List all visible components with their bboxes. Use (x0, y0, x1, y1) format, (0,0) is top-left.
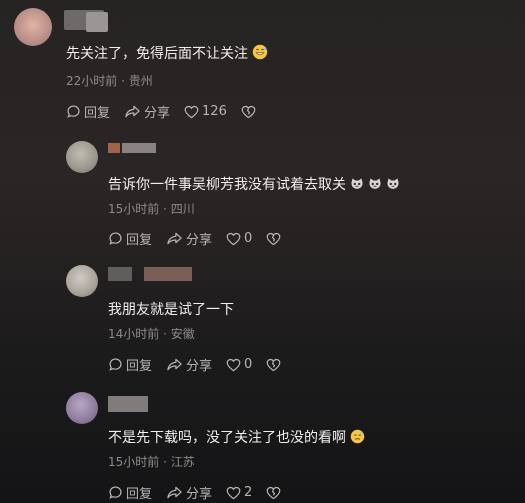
username-blurred (144, 267, 192, 281)
share-icon (125, 105, 140, 118)
like-button[interactable]: 126 (184, 104, 227, 119)
broken-heart-icon (266, 358, 281, 371)
comment-meta: 15小时前 · 四川 (108, 202, 195, 216)
reply-icon (109, 232, 122, 245)
heart-icon (184, 105, 199, 118)
avatar[interactable] (66, 141, 98, 173)
comment-meta: 15小时前 · 江苏 (108, 455, 195, 469)
avatar[interactable] (66, 392, 98, 424)
username-blurred (86, 12, 108, 32)
dislike-button[interactable] (266, 486, 284, 500)
comment-text: 先关注了，免得后面不让关注 (66, 43, 268, 64)
reply-button[interactable]: 回复 (108, 229, 152, 248)
like-count: 0 (244, 231, 253, 246)
share-icon (167, 486, 182, 499)
like-count: 2 (244, 485, 253, 500)
comment-meta: 14小时前 · 安徽 (108, 327, 195, 341)
broken-heart-icon (266, 486, 281, 499)
broken-heart-icon (266, 232, 281, 245)
heart-icon (226, 232, 241, 245)
reply-icon (67, 105, 80, 118)
like-count: 0 (244, 357, 253, 372)
username-blurred (122, 143, 156, 153)
like-button[interactable]: 0 (226, 231, 252, 246)
comment-actions: 回复 分享 2 (108, 483, 284, 502)
sweat-face-icon (350, 429, 365, 448)
heart-icon (226, 358, 241, 371)
avatar[interactable] (14, 8, 52, 46)
comment-actions: 回复 分享 0 (108, 229, 284, 248)
share-button[interactable]: 分享 (124, 102, 170, 121)
reply-icon (109, 486, 122, 499)
dislike-button[interactable] (266, 232, 284, 246)
share-button[interactable]: 分享 (166, 355, 212, 374)
comment-actions: 回复 分享 126 (66, 102, 259, 121)
reply-button[interactable]: 回复 (66, 102, 110, 121)
comment-meta: 22小时前 · 贵州 (66, 74, 153, 88)
comment-text: 我朋友就是试了一下 (108, 302, 234, 318)
dislike-button[interactable] (241, 105, 259, 119)
username-blurred[interactable] (108, 143, 120, 153)
share-icon (167, 358, 182, 371)
crying-cat-face-icon (386, 177, 400, 195)
reply-icon (109, 358, 122, 371)
dislike-button[interactable] (266, 358, 284, 372)
crying-cat-face-icon (368, 177, 382, 195)
comment-text: 告诉你一件事吴柳芳我没有试着去取关 (108, 174, 400, 195)
reply-button[interactable]: 回复 (108, 355, 152, 374)
share-button[interactable]: 分享 (166, 229, 212, 248)
like-button[interactable]: 0 (226, 357, 252, 372)
like-count: 126 (202, 104, 227, 119)
heart-icon (226, 486, 241, 499)
username-blurred[interactable] (108, 267, 132, 281)
avatar[interactable] (66, 265, 98, 297)
share-icon (167, 232, 182, 245)
grinning-sweat-face-icon (252, 44, 268, 64)
comment-actions: 回复 分享 0 (108, 355, 284, 374)
share-button[interactable]: 分享 (166, 483, 212, 502)
comment-text: 不是先下载吗，没了关注了也没的看啊 (108, 427, 365, 448)
like-button[interactable]: 2 (226, 485, 252, 500)
reply-button[interactable]: 回复 (108, 483, 152, 502)
crying-cat-face-icon (350, 177, 364, 195)
username-blurred[interactable] (108, 396, 148, 412)
broken-heart-icon (241, 105, 256, 118)
